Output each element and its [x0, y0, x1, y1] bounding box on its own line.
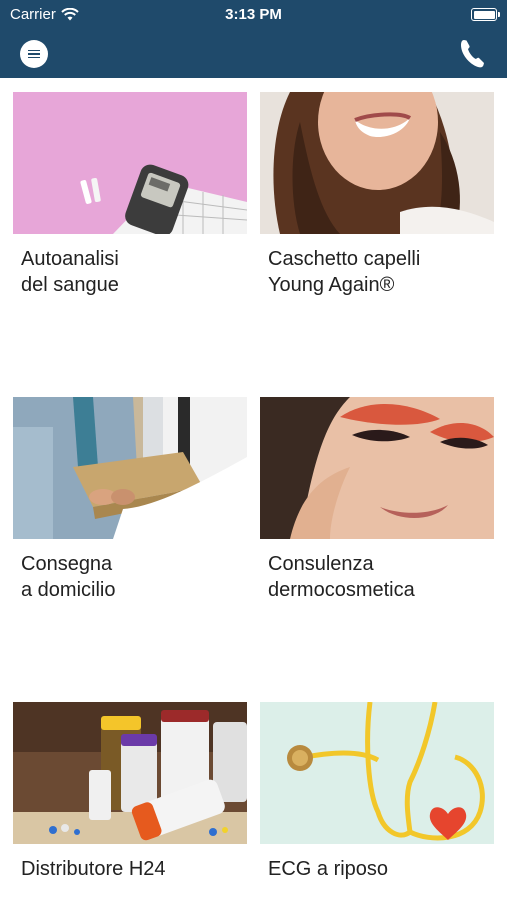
nav-bar	[0, 30, 507, 78]
service-image	[13, 397, 247, 539]
service-image	[260, 702, 494, 844]
menu-icon[interactable]	[20, 40, 48, 68]
service-card-consegna[interactable]: Consegna a domicilio	[13, 397, 247, 603]
service-card-consulenza[interactable]: Consulenza dermocosmetica	[260, 397, 494, 603]
service-card-ecg[interactable]: ECG a riposo	[260, 702, 494, 882]
service-title: Autoanalisi del sangue	[21, 248, 119, 296]
battery-icon	[471, 8, 500, 21]
service-card-distributore[interactable]: Distributore H24	[13, 702, 247, 882]
service-title: Caschetto capelli Young Again®	[268, 248, 421, 296]
service-title: Distributore H24	[21, 858, 166, 880]
status-time: 3:13 PM	[225, 6, 282, 23]
service-image	[13, 92, 247, 234]
service-image	[13, 702, 247, 844]
service-card-autoanalisi[interactable]: Autoanalisi del sangue	[13, 92, 247, 298]
service-title: Consegna a domicilio	[21, 553, 116, 601]
service-image	[260, 397, 494, 539]
phone-icon[interactable]	[457, 36, 487, 70]
service-title: ECG a riposo	[268, 858, 389, 880]
service-card-caschetto[interactable]: Caschetto capelli Young Again®	[260, 92, 494, 298]
service-image	[260, 92, 494, 234]
service-title: Consulenza dermocosmetica	[268, 553, 415, 601]
status-bar: Carrier 3:13 PM	[0, 0, 507, 30]
